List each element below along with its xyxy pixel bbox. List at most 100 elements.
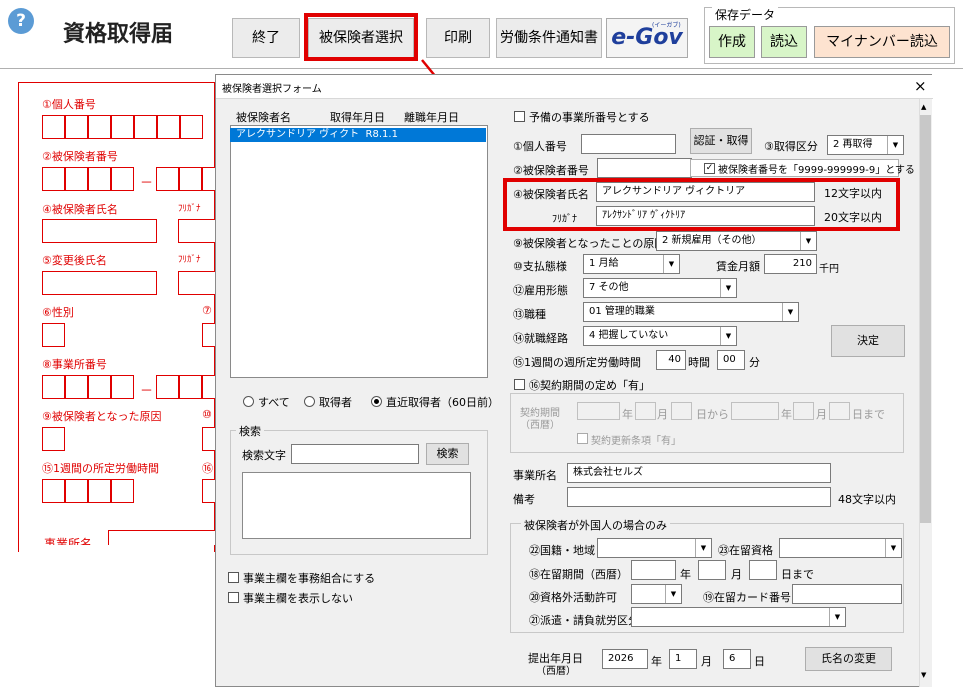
submit-month-input[interactable]: 1 bbox=[669, 649, 697, 669]
checkbox-spare-office[interactable] bbox=[514, 111, 525, 122]
help-icon[interactable]: ? bbox=[8, 8, 34, 34]
label-acquire-type: ③取得区分 bbox=[764, 140, 818, 153]
submit-era-label: （西暦） bbox=[536, 666, 576, 677]
insured-listbox[interactable] bbox=[230, 125, 488, 378]
kana-input[interactable]: ｱﾚｸｻﾝﾄﾞﾘｱ ｳﾞｨｸﾄﾘｱ bbox=[596, 206, 815, 226]
radio-acquirer[interactable] bbox=[304, 396, 315, 407]
occupation-select[interactable]: 01 管理的職業 ▼ bbox=[583, 302, 799, 322]
submit-day-input[interactable]: 6 bbox=[723, 649, 751, 669]
radio-all[interactable] bbox=[243, 396, 254, 407]
payment-mode-select[interactable]: 1 月給 ▼ bbox=[583, 254, 680, 274]
checkbox-contract-period[interactable] bbox=[514, 379, 525, 390]
submit-year-unit: 年 bbox=[651, 655, 662, 668]
monthly-wage-input[interactable]: 210 bbox=[764, 254, 817, 274]
search-button[interactable]: 検索 bbox=[426, 443, 469, 465]
nationality-select[interactable]: ▼ bbox=[597, 538, 712, 558]
label-residence-period: ⑱在留期間（西暦） bbox=[529, 568, 628, 581]
bg-kana-box-2 bbox=[178, 271, 215, 295]
bg-weekly-hours-boxes bbox=[42, 479, 134, 503]
highlight-box-select-button bbox=[304, 13, 418, 61]
scroll-up-icon[interactable]: ▲ bbox=[921, 103, 926, 111]
hours-unit: 時間 bbox=[688, 356, 710, 369]
chevron-down-icon: ▼ bbox=[665, 585, 681, 603]
save-data-label: 保存データ bbox=[712, 6, 779, 23]
app-title: 資格取得届 bbox=[63, 22, 174, 47]
weekly-minutes-input[interactable]: 00 bbox=[717, 350, 745, 370]
insured-number-input[interactable] bbox=[597, 158, 692, 178]
checkbox-insured-number-label: 被保険者番号を「9999-999999-9」とする bbox=[718, 165, 915, 176]
label-dispatch: ㉑派遣・請負就労区分 bbox=[529, 614, 639, 627]
bg-dash: － bbox=[140, 176, 154, 191]
rename-button[interactable]: 氏名の変更 bbox=[805, 647, 892, 671]
bg-label-office: 事業所名 bbox=[44, 537, 93, 545]
chevron-down-icon: ▼ bbox=[829, 608, 845, 626]
extra-activity-select[interactable]: ▼ bbox=[631, 584, 682, 604]
label-payment-mode: ⑩支払態様 bbox=[513, 260, 567, 273]
reason-value: 2 新規雇用（その他） bbox=[662, 235, 762, 246]
close-icon[interactable]: × bbox=[914, 77, 927, 95]
list-header-name: 被保険者名 bbox=[236, 111, 291, 124]
create-button[interactable]: 作成 bbox=[709, 26, 755, 58]
bg-name-box bbox=[42, 219, 157, 243]
contract-end-day bbox=[829, 402, 850, 420]
checkbox-spare-office-label: 予備の事業所番号とする bbox=[529, 111, 650, 124]
end-button[interactable]: 終了 bbox=[232, 18, 300, 58]
chevron-down-icon: ▼ bbox=[800, 232, 816, 250]
acquire-type-select[interactable]: 2 再取得 ▼ bbox=[827, 135, 904, 155]
residence-period-day[interactable] bbox=[749, 560, 777, 580]
bg-gender-box bbox=[42, 323, 65, 347]
label-kana: ﾌﾘｶﾞﾅ bbox=[552, 214, 577, 225]
name-limit-label: 12文字以内 bbox=[824, 187, 882, 200]
bg-label-kana: ﾌﾘｶﾞﾅ bbox=[178, 204, 201, 214]
residence-status-select[interactable]: ▼ bbox=[779, 538, 902, 558]
dispatch-select[interactable]: ▼ bbox=[631, 607, 846, 627]
labor-conditions-button[interactable]: 労働条件通知書 bbox=[496, 18, 602, 58]
residence-card-input[interactable] bbox=[792, 584, 902, 604]
residence-period-year[interactable] bbox=[631, 560, 676, 580]
contract-start-day bbox=[671, 402, 692, 420]
contract-end-year bbox=[731, 402, 779, 420]
checkbox-office-union[interactable] bbox=[228, 572, 239, 583]
bg-label-insured-name: ④被保険者氏名 bbox=[42, 203, 118, 216]
personal-number-input[interactable] bbox=[581, 134, 676, 154]
insured-name-input[interactable]: アレクサンドリア ヴィクトリア bbox=[596, 182, 815, 202]
contract-era-label: （西暦） bbox=[520, 420, 560, 431]
bg-partial-box-16 bbox=[202, 479, 215, 503]
bg-personal-number-boxes bbox=[42, 115, 203, 139]
reason-select[interactable]: 2 新規雇用（その他） ▼ bbox=[656, 231, 817, 251]
job-route-select[interactable]: 4 把握していない ▼ bbox=[583, 326, 737, 346]
radio-recent[interactable] bbox=[371, 396, 382, 407]
search-results-box[interactable] bbox=[242, 472, 471, 539]
list-item[interactable]: アレクサンドリア ヴィクト R8.1.1 bbox=[230, 128, 486, 142]
bg-label-reason: ⑨被保険者となった原因 bbox=[42, 410, 162, 423]
contract-start-year bbox=[577, 402, 620, 420]
bg-label-partial-10: ⑩ bbox=[202, 408, 212, 421]
print-button[interactable]: 印刷 bbox=[426, 18, 490, 58]
submit-year-input[interactable]: 2026 bbox=[602, 649, 648, 669]
note-input[interactable] bbox=[567, 487, 831, 507]
mynumber-load-button[interactable]: マイナンバー読込 bbox=[814, 26, 950, 58]
residence-period-month[interactable] bbox=[698, 560, 726, 580]
list-item-date: R8.1.1 bbox=[365, 129, 398, 140]
checkbox-hide-owner[interactable] bbox=[228, 592, 239, 603]
label-residence-status: ㉓在留資格 bbox=[718, 544, 773, 557]
weekly-hours-input[interactable]: 40 bbox=[656, 350, 686, 370]
bg-label-partial-7: ⑦ bbox=[202, 304, 212, 317]
label-extra-activity: ⑳資格外活動許可 bbox=[529, 591, 617, 604]
auth-acquire-button[interactable]: 認証・取得 bbox=[690, 128, 752, 154]
scrollbar-thumb[interactable] bbox=[920, 115, 931, 523]
search-input[interactable] bbox=[291, 444, 419, 464]
contract-end-month bbox=[793, 402, 814, 420]
residence-until-label: 日まで bbox=[781, 568, 814, 581]
radio-recent-label: 直近取得者（60日前） bbox=[386, 396, 499, 409]
radio-all-label: すべて bbox=[258, 396, 290, 409]
employment-type-value: 7 その他 bbox=[589, 282, 629, 293]
decide-button[interactable]: 決定 bbox=[831, 325, 905, 357]
bg-label-kana-2: ﾌﾘｶﾞﾅ bbox=[178, 255, 201, 265]
employment-type-select[interactable]: 7 その他 ▼ bbox=[583, 278, 737, 298]
checkbox-insured-number-dummy[interactable]: ✓ bbox=[704, 163, 715, 174]
office-name-input[interactable]: 株式会社セルズ bbox=[567, 463, 831, 483]
load-button[interactable]: 読込 bbox=[761, 26, 807, 58]
contract-month-unit: 月 bbox=[657, 408, 668, 421]
scroll-down-icon[interactable]: ▼ bbox=[921, 671, 926, 679]
